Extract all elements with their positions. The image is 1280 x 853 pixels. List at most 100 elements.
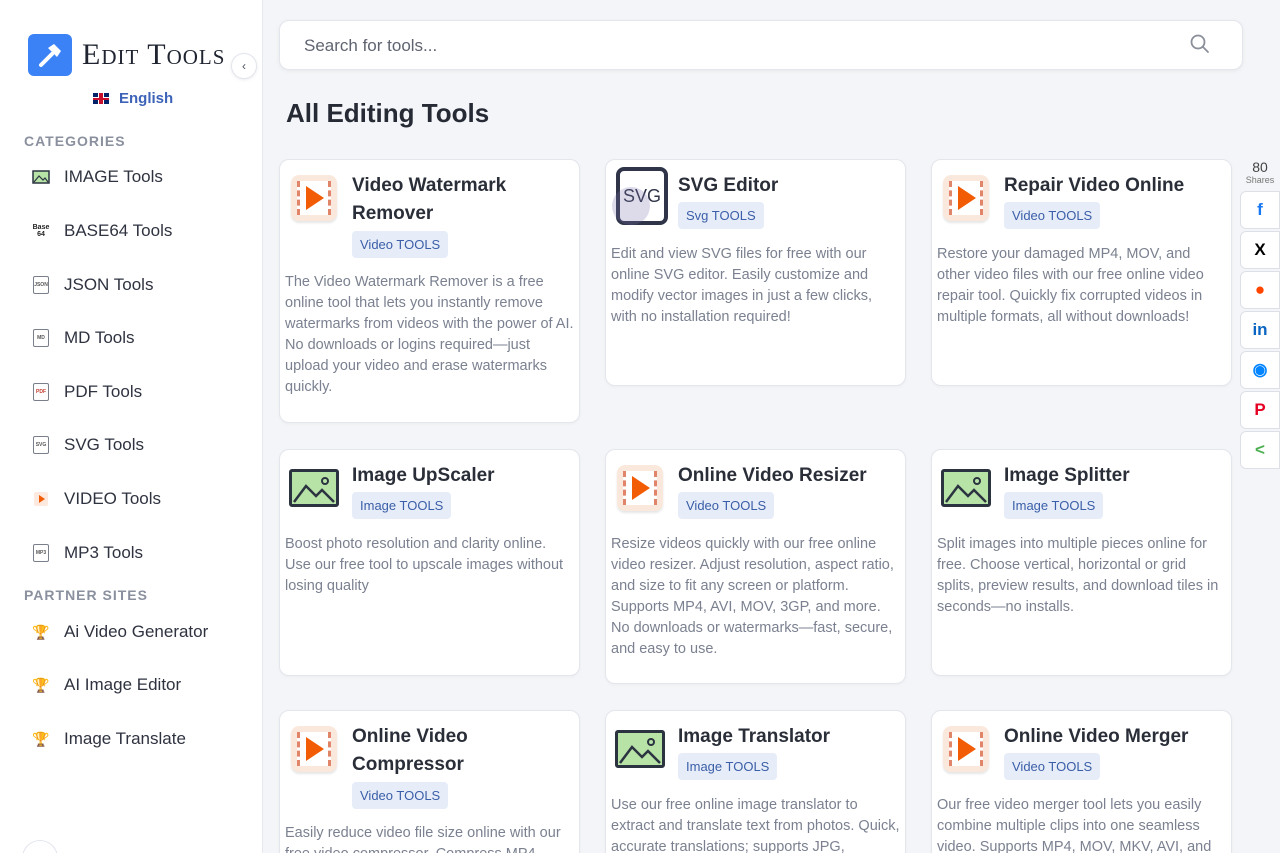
category-badge[interactable]: Image TOOLS [352, 492, 452, 519]
sidebar-item-label: Ai Video Generator [64, 622, 209, 641]
sidebar-item-json[interactable]: JSON JSON Tools [32, 275, 153, 295]
share-label: Shares [1245, 175, 1275, 185]
video-icon [32, 490, 50, 508]
language-selector[interactable]: English [93, 90, 173, 107]
trophy-icon: 🏆 [32, 623, 50, 640]
card-title: Online Video Resizer [678, 465, 867, 486]
tool-card[interactable]: Online Video Merger Video TOOLS Our free… [931, 710, 1232, 853]
card-description: The Video Watermark Remover is a free on… [285, 274, 574, 395]
pinterest-share-button[interactable]: P [1240, 391, 1280, 429]
sidebar-item-mp3[interactable]: MP3 MP3 Tools [32, 543, 143, 563]
sidebar-item-ai-image-editor[interactable]: 🏆 AI Image Editor [32, 675, 181, 695]
sidebar: Edit Tools ‹ English CATEGORIES IMAGE To… [0, 0, 263, 853]
tool-card[interactable]: Online Video Compressor Video TOOLS Easi… [279, 710, 580, 853]
image-icon [288, 462, 340, 514]
video-icon [940, 723, 992, 775]
collapse-sidebar-button[interactable]: ‹ [231, 53, 257, 79]
category-badge[interactable]: Video TOOLS [678, 492, 775, 519]
card-description: Resize videos quickly with our free onli… [611, 536, 894, 657]
tool-card[interactable]: Image Translator Image TOOLS Use our fre… [605, 710, 906, 853]
sidebar-item-label: MP3 Tools [64, 543, 144, 562]
hammer-icon [28, 34, 72, 76]
uk-flag-icon [93, 93, 109, 104]
category-badge[interactable]: Video TOOLS [1004, 753, 1101, 780]
category-badge[interactable]: Video TOOLS [352, 231, 449, 258]
search-input[interactable] [304, 21, 1164, 71]
pinterest-icon: P [1254, 400, 1266, 419]
partners-title: PARTNER SITES [24, 587, 148, 603]
reddit-icon: ● [1254, 280, 1266, 299]
facebook-share-button[interactable]: f [1240, 191, 1280, 229]
image-icon [614, 723, 666, 775]
mp3-file-icon: MP3 [33, 544, 49, 562]
linkedin-icon: in [1252, 320, 1268, 339]
x-share-button[interactable]: X [1240, 231, 1280, 269]
video-icon [288, 172, 340, 224]
category-badge[interactable]: Image TOOLS [1004, 492, 1104, 519]
card-title: Online Video Compressor [352, 726, 468, 775]
reddit-share-button[interactable]: ● [1240, 271, 1280, 309]
sidebar-item-image[interactable]: IMAGE Tools [32, 167, 163, 187]
logo-text: Edit Tools [82, 38, 226, 71]
categories-title: CATEGORIES [24, 133, 126, 149]
tool-card[interactable]: SVG SVG Editor Svg TOOLS Edit and view S… [605, 159, 906, 386]
language-label: English [119, 90, 174, 107]
chevron-left-icon: ‹ [242, 59, 246, 73]
sidebar-item-image-translate[interactable]: 🏆 Image Translate [32, 729, 186, 749]
messenger-icon: ◉ [1252, 360, 1268, 379]
bottom-toggle-button[interactable] [22, 840, 58, 853]
sidebar-item-pdf[interactable]: PDF PDF Tools [32, 382, 142, 402]
sidebar-item-label: PDF Tools [64, 382, 143, 401]
share-bar: 80 Shares f X ● in ◉ P < [1240, 160, 1280, 469]
card-description: Boost photo resolution and clarity onlin… [285, 536, 564, 594]
md-file-icon: MD [33, 329, 49, 347]
tool-card[interactable]: Video Watermark Remover Video TOOLS The … [279, 159, 580, 423]
sidebar-item-label: Image Translate [64, 729, 186, 748]
search-bar [279, 20, 1243, 71]
svg-icon: SVG [612, 167, 668, 225]
sidebar-item-label: VIDEO Tools [64, 489, 162, 508]
video-icon [940, 172, 992, 224]
trophy-icon: 🏆 [32, 730, 50, 747]
card-description: Restore your damaged MP4, MOV, and other… [937, 246, 1204, 325]
sidebar-item-svg[interactable]: SVG SVG Tools [32, 435, 144, 455]
base64-icon: Base 64 [32, 224, 50, 238]
category-badge[interactable]: Video TOOLS [352, 782, 449, 809]
tool-card[interactable]: Image UpScaler Image TOOLS Boost photo r… [279, 449, 580, 676]
card-title: Repair Video Online [1004, 175, 1185, 196]
logo[interactable]: Edit Tools [28, 34, 225, 76]
tool-card[interactable]: Online Video Resizer Video TOOLS Resize … [605, 449, 906, 684]
sidebar-item-ai-video-generator[interactable]: 🏆 Ai Video Generator [32, 622, 208, 642]
category-badge[interactable]: Image TOOLS [678, 753, 778, 780]
card-title: Image Splitter [1004, 465, 1130, 486]
sharethis-share-button[interactable]: < [1240, 431, 1280, 469]
card-description: Split images into multiple pieces online… [937, 536, 1219, 615]
card-title: Video Watermark Remover [352, 175, 507, 224]
card-title: SVG Editor [678, 175, 779, 196]
tool-card[interactable]: Repair Video Online Video TOOLS Restore … [931, 159, 1232, 386]
sidebar-item-label: IMAGE Tools [64, 167, 163, 186]
tool-card[interactable]: Image Splitter Image TOOLS Split images … [931, 449, 1232, 676]
sidebar-item-label: JSON Tools [64, 275, 154, 294]
card-title: Online Video Merger [1004, 726, 1189, 747]
category-badge[interactable]: Video TOOLS [1004, 202, 1101, 229]
sidebar-item-md[interactable]: MD MD Tools [32, 328, 135, 348]
sidebar-item-base64[interactable]: Base 64 BASE64 Tools [32, 221, 173, 241]
video-icon [288, 723, 340, 775]
sidebar-item-label: AI Image Editor [64, 675, 182, 694]
sidebar-item-video[interactable]: VIDEO Tools [32, 489, 161, 509]
image-icon [940, 462, 992, 514]
facebook-icon: f [1257, 200, 1263, 219]
sidebar-item-label: BASE64 Tools [64, 221, 173, 240]
messenger-share-button[interactable]: ◉ [1240, 351, 1280, 389]
card-description: Use our free online image translator to … [611, 797, 900, 853]
search-icon[interactable] [1189, 33, 1211, 55]
image-icon [32, 168, 50, 186]
pdf-file-icon: PDF [33, 383, 49, 401]
share-icon: < [1255, 440, 1265, 459]
video-icon [614, 462, 666, 514]
svg-file-icon: SVG [33, 436, 49, 454]
category-badge[interactable]: Svg TOOLS [678, 202, 764, 229]
linkedin-share-button[interactable]: in [1240, 311, 1280, 349]
page-title: All Editing Tools [286, 98, 490, 128]
